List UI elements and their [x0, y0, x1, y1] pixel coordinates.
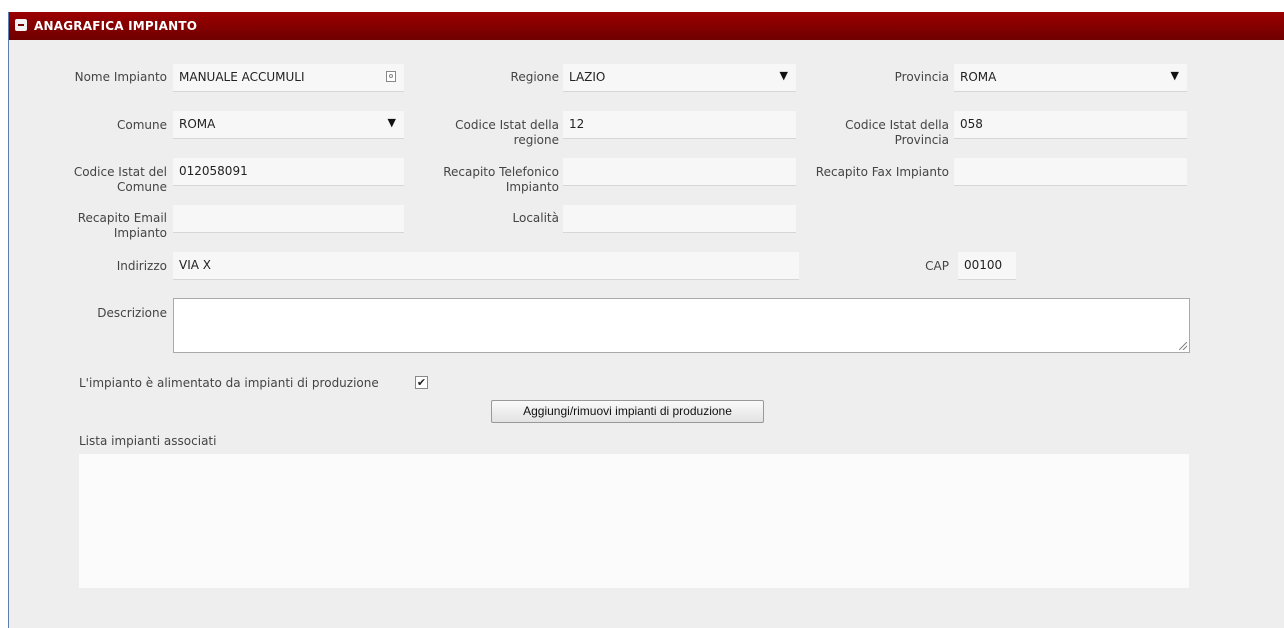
istat-comune-value: 012058091: [179, 164, 248, 178]
email-label-line1: Recapito Email: [77, 211, 167, 225]
istat-provincia-label-line1: Codice Istat della: [845, 118, 949, 132]
email-label: Recapito Email Impianto: [9, 211, 167, 241]
istat-regione-field[interactable]: 12: [563, 111, 796, 139]
regione-label: Regione: [510, 70, 559, 84]
nome-impianto-label: Nome Impianto: [74, 70, 167, 84]
istat-comune-label-line1: Codice Istat del: [73, 165, 167, 179]
telefono-field[interactable]: [563, 158, 796, 186]
telefono-label-line2: Impianto: [505, 180, 559, 194]
provincia-value: ROMA: [960, 70, 997, 84]
descrizione-label: Descrizione: [97, 306, 167, 320]
istat-comune-field[interactable]: 012058091: [173, 158, 404, 186]
provincia-select[interactable]: ROMA ▼: [954, 64, 1187, 92]
istat-provincia-label-line2: Provincia: [894, 133, 949, 147]
fax-label: Recapito Fax Impianto: [815, 165, 949, 179]
provincia-label: Provincia: [894, 70, 949, 84]
indirizzo-field[interactable]: VIA X: [173, 252, 799, 280]
nome-impianto-field[interactable]: MANUALE ACCUMULI: [173, 64, 404, 92]
regione-value: LAZIO: [569, 70, 606, 84]
istat-regione-label-line1: Codice Istat della: [455, 118, 559, 132]
istat-provincia-value: 058: [960, 117, 983, 131]
localita-label: Località: [512, 211, 560, 225]
comune-label: Comune: [116, 118, 167, 132]
chevron-down-icon: ▼: [779, 69, 788, 82]
checkmark-icon: ✔: [416, 376, 427, 389]
cap-value: 00100: [964, 258, 1003, 272]
email-field[interactable]: [173, 205, 404, 233]
telefono-label: Recapito Telefonico Impianto: [409, 165, 559, 195]
lista-impianti-label: Lista impianti associati: [79, 434, 217, 448]
istat-provincia-field[interactable]: 058: [954, 111, 1187, 139]
cap-label: CAP: [925, 259, 949, 273]
indirizzo-value: VIA X: [179, 258, 211, 272]
produzione-checkbox[interactable]: ✔: [415, 376, 428, 389]
istat-comune-label-line2: Comune: [116, 180, 167, 194]
comune-value: ROMA: [179, 117, 216, 131]
panel-title: ANAGRAFICA IMPIANTO: [34, 19, 198, 33]
chevron-down-icon: ▼: [1170, 69, 1179, 82]
collapse-icon[interactable]: [15, 19, 27, 31]
istat-provincia-label: Codice Istat della Provincia: [799, 118, 949, 148]
telefono-label-line1: Recapito Telefonico: [443, 165, 559, 179]
istat-regione-value: 12: [569, 117, 585, 131]
anagrafica-panel: ANAGRAFICA IMPIANTO Nome Impianto MANUAL…: [8, 12, 1284, 628]
istat-comune-label: Codice Istat del Comune: [9, 165, 167, 195]
contact-card-icon[interactable]: [386, 71, 396, 82]
cap-field[interactable]: 00100: [958, 252, 1016, 280]
fax-field[interactable]: [954, 158, 1187, 186]
lista-impianti-associati[interactable]: [79, 454, 1189, 588]
produzione-checkbox-label: L'impianto è alimentato da impianti di p…: [79, 376, 379, 390]
panel-header: ANAGRAFICA IMPIANTO: [9, 12, 1284, 40]
descrizione-textarea[interactable]: [173, 298, 1190, 353]
indirizzo-label: Indirizzo: [116, 259, 167, 273]
chevron-down-icon: ▼: [387, 116, 396, 129]
aggiungi-rimuovi-button[interactable]: Aggiungi/rimuovi impianti di produzione: [491, 400, 764, 423]
localita-field[interactable]: [563, 205, 796, 233]
email-label-line2: Impianto: [113, 226, 167, 240]
comune-select[interactable]: ROMA ▼: [173, 111, 404, 139]
istat-regione-label-line2: regione: [513, 133, 559, 147]
nome-impianto-value: MANUALE ACCUMULI: [179, 70, 305, 84]
resize-grip-icon[interactable]: [1179, 342, 1187, 350]
istat-regione-label: Codice Istat della regione: [409, 118, 559, 148]
regione-select[interactable]: LAZIO ▼: [563, 64, 796, 92]
